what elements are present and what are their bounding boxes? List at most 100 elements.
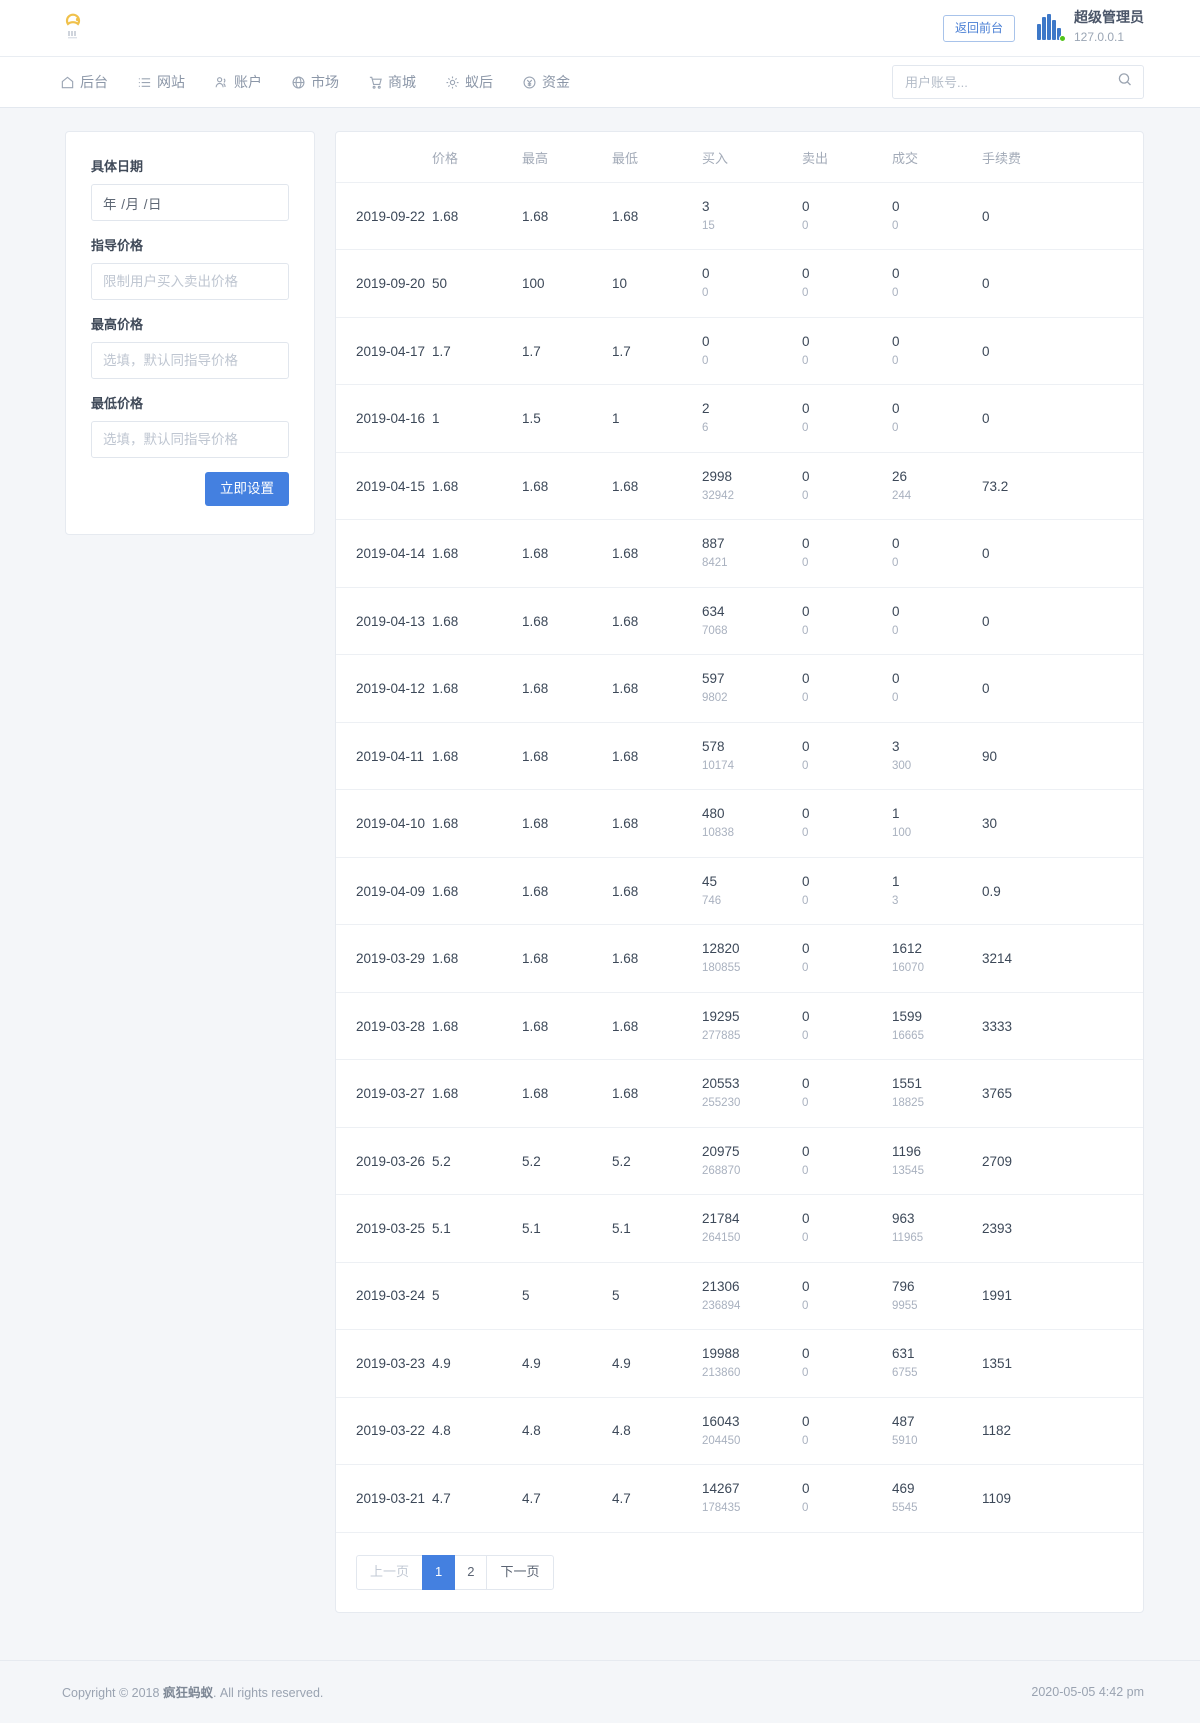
nav-items: 后台 网站 账户 市场 商城 蚁后 资金 [58, 68, 572, 96]
min-price-field[interactable] [91, 421, 289, 458]
cell-buy: 634 7068 [702, 587, 802, 656]
cell-deal: 00 [892, 182, 982, 251]
copyright-suffix: . All rights reserved. [212, 1686, 324, 1701]
table-row: 2019-04-14 1.68 1.68 1.68 887 8421 0 0 0 0 0 [336, 519, 1143, 588]
cell-date: 2019-04-11 [336, 722, 432, 791]
admin-name: 超级管理员 [1074, 9, 1144, 26]
pagination-prev[interactable]: 上一页 [356, 1554, 424, 1590]
pagination-page-2[interactable]: 2 [454, 1554, 488, 1590]
nav-item-backend[interactable]: 后台 [58, 68, 110, 96]
deal-sub: 16070 [892, 962, 924, 975]
cell-fee: 0 [982, 587, 1143, 656]
buy-main: 20975 [702, 1143, 740, 1159]
cell-stack: 00 [802, 1211, 892, 1244]
sell-sub: 0 [802, 422, 809, 435]
guide-price-field-group: 指导价格 [91, 235, 289, 300]
nav-item-website[interactable]: 网站 [135, 68, 187, 96]
buy-main: 19295 [702, 1008, 740, 1024]
cell-date: 2019-09-22 [336, 182, 432, 251]
deal-main: 963 [892, 1211, 915, 1227]
cell-deal: 13 [892, 857, 982, 926]
cell-low: 1.68 [612, 722, 702, 791]
cell-date: 2019-03-29 [336, 924, 432, 993]
buy-main: 3 [702, 199, 710, 214]
cell-buy: 3 15 [702, 182, 802, 251]
cell-stack: 00 [892, 672, 982, 705]
cell-sell: 00 [802, 384, 892, 453]
cell-stack: 00 [892, 537, 982, 570]
cell-price: 1.68 [432, 857, 522, 926]
nav-item-queen[interactable]: 蚁后 [443, 68, 495, 96]
date-field[interactable] [91, 184, 289, 221]
admin-profile[interactable]: 超级管理员 127.0.0.1 [1037, 9, 1144, 47]
sell-sub: 0 [802, 489, 809, 502]
sell-sub: 0 [802, 1299, 809, 1312]
sell-main: 0 [802, 603, 810, 619]
cell-stack: 480 10838 [702, 807, 802, 840]
cell-fee: 90 [982, 722, 1143, 791]
sell-sub: 0 [802, 624, 809, 637]
sell-main: 0 [802, 536, 810, 552]
cell-stack: 634 7068 [702, 604, 802, 637]
pagination-next[interactable]: 下一页 [486, 1554, 554, 1590]
deal-sub: 0 [892, 692, 899, 705]
site-logo[interactable] [58, 11, 88, 45]
cell-date: 2019-03-23 [336, 1329, 432, 1398]
admin-ip: 127.0.0.1 [1074, 30, 1125, 44]
cell-stack: 00 [802, 1414, 892, 1447]
cell-high: 4.8 [522, 1397, 612, 1466]
cell-stack: 00 [802, 469, 892, 502]
cell-sell: 00 [802, 1397, 892, 1466]
cell-stack: 19988 213860 [702, 1346, 802, 1379]
cell-low: 1.68 [612, 789, 702, 858]
cell-stack: 00 [702, 267, 802, 300]
cell-price: 1.68 [432, 1059, 522, 1128]
cell-low: 1.68 [612, 452, 702, 521]
nav-item-account[interactable]: 账户 [212, 68, 264, 96]
deal-main: 0 [892, 401, 900, 417]
deal-sub: 0 [892, 219, 899, 232]
cell-low: 1.68 [612, 924, 702, 993]
table-row: 2019-03-23 4.9 4.9 4.9 19988 213860 0 0 631 6755 1… [336, 1329, 1143, 1398]
guide-price-field[interactable] [91, 263, 289, 300]
table-row: 2019-09-20 50 100 10 0 0 0 0 0 0 0 [336, 249, 1143, 318]
cell-price: 4.8 [432, 1397, 522, 1466]
cell-sell: 00 [802, 857, 892, 926]
cell-deal: 796 9955 [892, 1262, 982, 1331]
date-field-label: 具体日期 [91, 159, 144, 174]
nav-item-market[interactable]: 市场 [289, 68, 341, 96]
buy-main: 2998 [702, 468, 733, 484]
buy-main: 887 [702, 536, 725, 552]
cell-sell: 00 [802, 519, 892, 588]
buy-sub: 255230 [702, 1097, 741, 1110]
sell-main: 0 [802, 671, 810, 687]
table-row: 2019-03-28 1.68 1.68 1.68 19295 277885 0 0 1599 1… [336, 992, 1143, 1061]
cell-stack: 14267 178435 [702, 1481, 802, 1514]
sell-main: 0 [802, 1143, 810, 1159]
pagination-page-1[interactable]: 1 [422, 1554, 456, 1590]
nav-item-funds[interactable]: 资金 [520, 68, 572, 96]
cell-stack: 597 9802 [702, 672, 802, 705]
table-body: 2019-09-22 1.68 1.68 1.68 3 15 0 0 0 0 0 2019-09-20… [336, 182, 1143, 1533]
sell-main: 0 [802, 941, 810, 957]
submit-setting-button[interactable]: 立即设置 [205, 472, 289, 506]
cell-deal: 1612 16070 [892, 924, 982, 993]
cell-price: 5.1 [432, 1194, 522, 1263]
cell-sell: 00 [802, 924, 892, 993]
deal-sub: 18825 [892, 1097, 924, 1110]
cell-stack: 00 [802, 671, 892, 705]
nav-item-shop[interactable]: 商城 [366, 68, 418, 96]
cell-buy: 19295 277885 [702, 992, 802, 1061]
buy-sub: 10838 [702, 827, 734, 840]
sell-sub: 0 [802, 287, 809, 300]
cell-high: 5 [522, 1262, 612, 1331]
buy-sub: 264150 [702, 1232, 741, 1245]
deal-sub: 100 [892, 827, 912, 840]
deal-sub: 11965 [892, 1232, 924, 1245]
top-bar: 返回前台 超级管理员 127.0.0.1 [0, 0, 1200, 57]
cell-sell: 00 [802, 789, 892, 858]
return-front-button[interactable]: 返回前台 [942, 14, 1015, 42]
search-input[interactable] [892, 65, 1144, 99]
max-price-field[interactable] [91, 342, 289, 379]
table-row: 2019-04-16 1 1.5 1 2 6 0 0 0 0 0 [336, 384, 1143, 453]
